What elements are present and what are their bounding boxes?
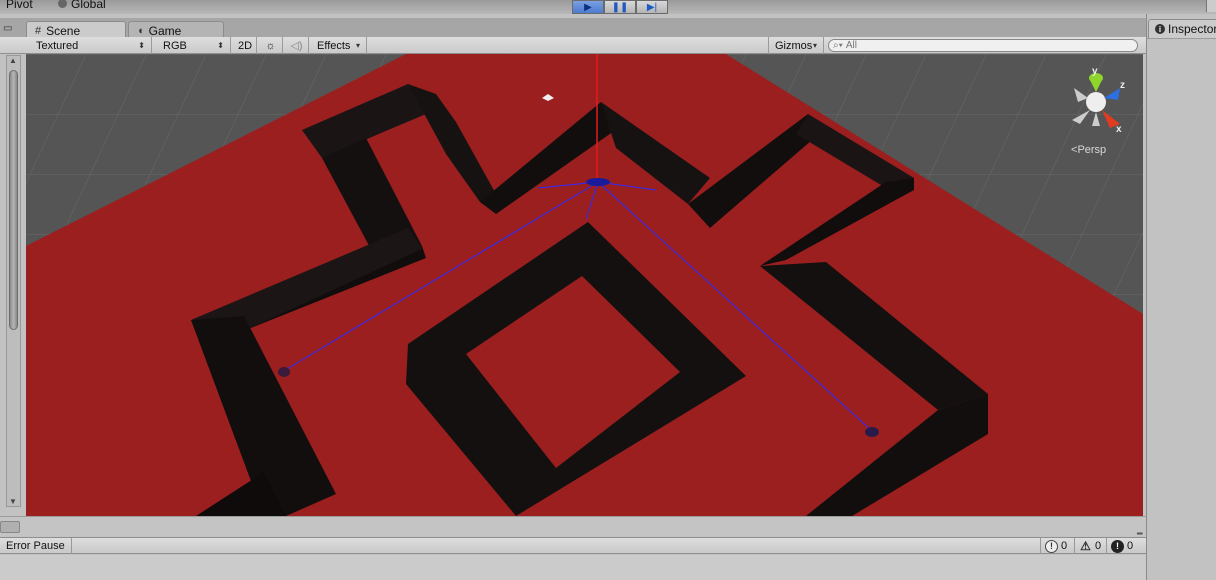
target-marker	[278, 367, 290, 377]
top-toolbar: Pivot Global ▶ ❚❚ ▶|	[0, 0, 1216, 14]
horizontal-scrollbar[interactable]: ▪▪▪	[0, 516, 1146, 538]
target-marker	[865, 427, 879, 437]
gizmo-z-label: z	[1120, 80, 1125, 91]
projection-toggle[interactable]: <Persp	[1071, 144, 1106, 156]
dropdown-arrow-icon: ▾	[355, 41, 360, 50]
global-label: Global	[71, 0, 106, 11]
tab-game-label: Game	[148, 23, 182, 38]
vertical-scrollbar[interactable]: ▲ ▼	[6, 55, 21, 507]
play-button[interactable]: ▶	[572, 0, 604, 14]
inspector-tab-label: Inspector	[1168, 22, 1216, 36]
play-icon: ▶	[584, 1, 592, 13]
step-button[interactable]: ▶|	[636, 0, 668, 14]
tab-inspector[interactable]: i Inspector	[1148, 19, 1216, 38]
render-mode-dropdown[interactable]: RGB ⬍	[157, 37, 231, 54]
console-log-area[interactable]	[0, 555, 1146, 580]
console-toolbar: Error Pause ! 0 ⚠ 0 ! 0	[0, 537, 1146, 554]
view-tabs-bar: ▭ # Scene ◖ Game	[0, 18, 1146, 39]
scroll-left-button[interactable]	[0, 521, 20, 533]
pivot-button[interactable]: Pivot	[0, 0, 39, 12]
gizmo-y-label: y	[1092, 66, 1098, 77]
scrollbar-thumb[interactable]	[9, 70, 18, 330]
error-pause-toggle[interactable]: Error Pause	[0, 538, 72, 554]
sun-icon: ☼	[265, 39, 276, 52]
error-count-toggle[interactable]: ! 0	[1106, 538, 1137, 554]
agent-marker	[586, 178, 610, 186]
updown-arrow-icon: ⬍	[217, 41, 224, 50]
render-mode-value: RGB	[163, 39, 187, 52]
gizmos-label: Gizmos	[775, 39, 813, 52]
error-icon: !	[1111, 539, 1124, 553]
globe-icon	[58, 0, 67, 8]
search-placeholder: All	[845, 40, 857, 51]
info-icon: !	[1045, 539, 1058, 553]
scene-render: y z x	[26, 54, 1143, 516]
grid-icon: #	[35, 24, 42, 37]
inspector-panel: i Inspector	[1146, 14, 1216, 580]
panel-menu-icon[interactable]: ▭	[3, 23, 23, 37]
updown-arrow-icon: ⬍	[138, 41, 145, 50]
warning-count-toggle[interactable]: ⚠ 0	[1074, 538, 1105, 554]
info-icon: i	[1155, 24, 1165, 34]
search-icon: ⌕▾	[833, 40, 843, 51]
pacman-icon: ◖	[137, 24, 144, 37]
pivot-label: Pivot	[6, 0, 33, 11]
effects-label: Effects	[317, 39, 351, 52]
pause-icon: ❚❚	[611, 1, 629, 13]
step-icon: ▶|	[646, 1, 658, 13]
shading-mode-value: Textured	[36, 39, 79, 52]
tab-scene-label: Scene	[46, 23, 81, 38]
scene-search-input[interactable]: ⌕▾ All	[828, 39, 1138, 52]
mode-2d-label: 2D	[238, 39, 253, 52]
warning-count: 0	[1095, 540, 1102, 552]
inspector-body	[1147, 38, 1216, 580]
scene-toolbar: Textured ⬍ RGB ⬍ 2D ☼ ◁) Effects ▾ Gizmo…	[0, 37, 1146, 54]
mode-2d-toggle[interactable]: 2D	[235, 37, 257, 54]
global-button[interactable]: Global	[52, 0, 112, 12]
lighting-toggle[interactable]: ☼	[259, 37, 283, 54]
scroll-up-icon[interactable]: ▲	[9, 56, 17, 65]
speaker-icon: ◁)	[290, 40, 303, 52]
shading-mode-dropdown[interactable]: Textured ⬍	[30, 37, 152, 54]
dropdown-arrow-icon: ▾	[812, 41, 817, 50]
scene-viewport[interactable]: y z x <Persp	[26, 54, 1143, 516]
projection-label: Persp	[1077, 144, 1107, 156]
scroll-down-icon[interactable]: ▼	[9, 497, 17, 506]
warning-icon: ⚠	[1080, 539, 1091, 553]
info-count-toggle[interactable]: ! 0	[1040, 538, 1071, 554]
layers-dropdown[interactable]	[1206, 0, 1216, 12]
info-count: 0	[1061, 540, 1068, 552]
error-count: 0	[1127, 540, 1134, 552]
gizmo-x-label: x	[1116, 124, 1122, 135]
error-pause-label: Error Pause	[6, 540, 65, 552]
audio-toggle[interactable]: ◁)	[285, 37, 309, 54]
pause-button[interactable]: ❚❚	[604, 0, 636, 14]
playback-controls: ▶ ❚❚ ▶|	[572, 0, 668, 14]
effects-dropdown[interactable]: Effects ▾	[311, 37, 367, 54]
gizmos-dropdown[interactable]: Gizmos ▾	[768, 37, 824, 54]
